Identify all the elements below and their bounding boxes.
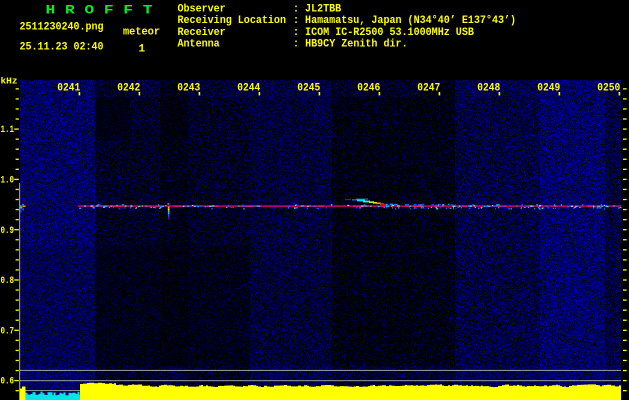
svg-text:0.6: 0.6	[1, 377, 15, 388]
svg-text:0.7: 0.7	[1, 326, 15, 337]
svg-text:: HB9CY Zenith dir.: : HB9CY Zenith dir.	[293, 39, 408, 51]
svg-text:0244: 0244	[237, 83, 260, 95]
svg-text:0245: 0245	[297, 83, 320, 95]
svg-text:0241: 0241	[57, 83, 80, 95]
svg-text:kHz: kHz	[1, 76, 18, 87]
svg-text:25.11.23 02:40: 25.11.23 02:40	[20, 42, 104, 54]
svg-text:: Hamamatsu, Japan (N34°40’ E1: : Hamamatsu, Japan (N34°40’ E137°43’)	[293, 15, 516, 27]
svg-text:1.1: 1.1	[1, 125, 15, 136]
svg-text:: JL2TBB: : JL2TBB	[293, 4, 342, 16]
svg-text:0242: 0242	[117, 83, 140, 95]
svg-text:Observer: Observer	[178, 4, 226, 16]
svg-text:0243: 0243	[177, 83, 200, 95]
svg-text:0248: 0248	[477, 83, 500, 95]
svg-text:0247: 0247	[417, 83, 440, 95]
svg-text:Receiver: Receiver	[178, 27, 226, 39]
svg-text:0249: 0249	[537, 83, 560, 95]
svg-text:H R O F F T: H R O F F T	[46, 3, 153, 18]
svg-text:0.8: 0.8	[1, 276, 15, 287]
svg-text:Antenna: Antenna	[178, 39, 221, 51]
svg-text:1.0: 1.0	[1, 175, 15, 186]
svg-text:0.9: 0.9	[1, 226, 15, 237]
svg-text:: ICOM IC-R2500 53.1000MHz USB: : ICOM IC-R2500 53.1000MHz USB	[293, 27, 474, 39]
svg-text:meteor: meteor	[123, 27, 160, 39]
svg-text:1: 1	[139, 44, 146, 56]
svg-text:2511230240.png: 2511230240.png	[20, 22, 104, 34]
svg-text:Receiving Location: Receiving Location	[178, 15, 287, 27]
svg-text:0250: 0250	[597, 83, 620, 95]
svg-text:0246: 0246	[357, 83, 380, 95]
